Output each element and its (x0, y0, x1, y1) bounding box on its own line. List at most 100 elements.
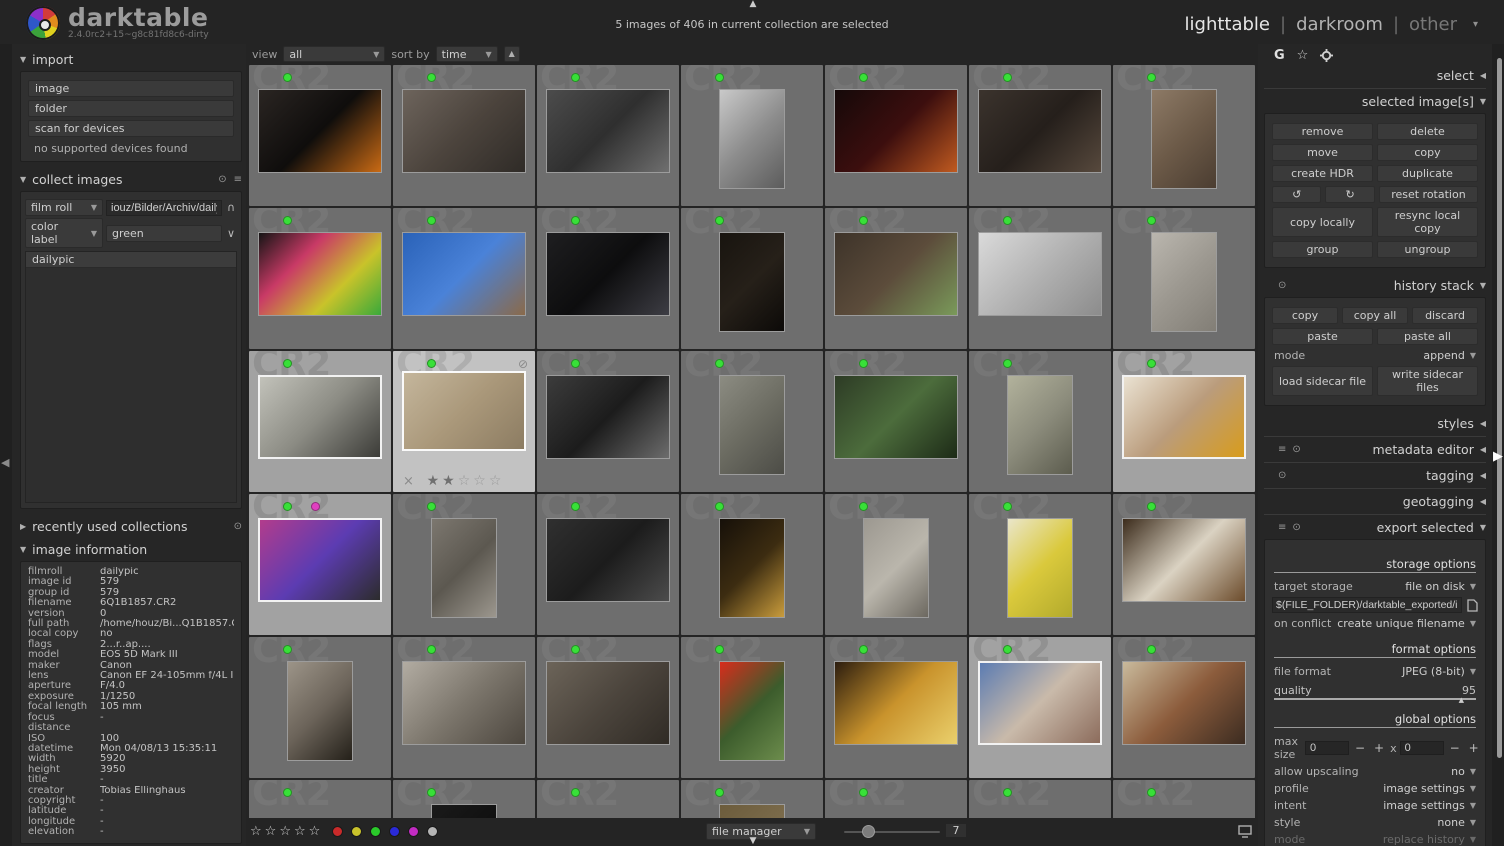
export-selected-header[interactable]: ≡ ⊙ export selected ▼ (1262, 516, 1488, 539)
geotagging-header[interactable]: geotagging ◀ (1262, 490, 1488, 513)
thumbnail-fried-egg-in-pan[interactable]: CR2 (249, 65, 391, 206)
rating-star-icon[interactable]: ☆ (473, 473, 486, 489)
import-image-button[interactable]: image (28, 80, 234, 97)
discard-button[interactable]: discard (1412, 307, 1478, 324)
presets-icon[interactable]: ≡ (234, 174, 242, 185)
gear-icon[interactable] (1320, 48, 1334, 62)
star-filter-icon[interactable]: ☆ (265, 824, 280, 839)
quality-slider[interactable]: quality 95 ▲ (1274, 684, 1476, 704)
thumbnail-rabbit-figurine[interactable]: CR2 (393, 65, 535, 206)
paste-all-button[interactable]: paste all (1377, 328, 1478, 345)
thumbnail-pear-in-hand[interactable]: CR2 (969, 351, 1111, 492)
target-storage-dropdown[interactable]: file on disk ▼ (1405, 580, 1476, 593)
delete-button[interactable]: delete (1377, 123, 1478, 140)
thumbnail-bicycle-bell-dark[interactable]: CR2 (681, 208, 823, 349)
rule2-type-dropdown[interactable]: color label ▼ (25, 218, 103, 248)
rule-add-chevron-icon[interactable]: ∨ (225, 227, 237, 240)
thumbnail-pink-purple-hair[interactable]: CR2 (249, 494, 391, 635)
presets-icon[interactable]: ≡ (1278, 522, 1286, 533)
load-sidecar-file-button[interactable]: load sidecar file (1272, 366, 1373, 396)
file-format-dropdown[interactable]: JPEG (8-bit) ▼ (1402, 665, 1476, 678)
thumbnail-palace-door[interactable]: CR2 (1113, 637, 1255, 778)
on-conflict-dropdown[interactable]: create unique filename ▼ (1337, 617, 1476, 630)
thumbnail-fern-leaves[interactable]: CR2 (825, 351, 967, 492)
remove-button[interactable]: remove (1272, 123, 1373, 140)
thumbnail-round-sign-fence[interactable]: CR2 (681, 351, 823, 492)
thumbnail-staircase-bw[interactable]: CR2 (681, 65, 823, 206)
star-filter-icon[interactable]: ☆ (294, 824, 309, 839)
rating-star-icon[interactable]: ☆ (489, 473, 502, 489)
thumbnail-forsythia-yellow[interactable]: CR2 (969, 494, 1111, 635)
sort-direction-button[interactable]: ▲ (503, 46, 520, 62)
display-profile-icon[interactable] (1238, 825, 1252, 838)
color-label-dot[interactable] (389, 826, 400, 837)
view-other[interactable]: other (1409, 14, 1457, 35)
thumbnail-goat-closeup[interactable]: CR2 (1113, 65, 1255, 206)
view-filter-dropdown[interactable]: all ▼ (283, 46, 386, 62)
view-darkroom[interactable]: darkroom (1296, 14, 1383, 35)
reset-icon[interactable]: ⊙ (1292, 522, 1300, 533)
color-label-dot[interactable] (408, 826, 419, 837)
thumbnail-hand-holding-key[interactable]: CR2 (537, 65, 679, 206)
history-mode-dropdown[interactable]: append ▼ (1423, 349, 1476, 362)
width-minus-button[interactable]: − (1352, 741, 1368, 755)
color-label-dot[interactable] (332, 826, 343, 837)
ungroup-button[interactable]: ungroup (1377, 241, 1478, 258)
copy-locally-button[interactable]: copy locally (1272, 207, 1373, 237)
thumbnail-roof-shingles[interactable]: CR2 (537, 637, 679, 778)
collect-images-header[interactable]: ▼ collect images ⊙ ≡ (18, 168, 244, 191)
thumbnail-train-station-bw[interactable]: CR2 (537, 351, 679, 492)
color-label-filters[interactable] (332, 826, 438, 837)
selected-images-header[interactable]: selected image[s] ▼ (1262, 90, 1488, 113)
import-header[interactable]: ▼ import (18, 48, 244, 71)
rule-options-icon[interactable]: ∩ (225, 201, 237, 214)
import-folder-button[interactable]: folder (28, 100, 234, 117)
star-filter-icon[interactable]: ☆ (309, 824, 324, 839)
recent-collections-header[interactable]: ▶ recently used collections ⊙ (18, 515, 244, 538)
thumbnail-brick-arch[interactable]: CR2 (249, 637, 391, 778)
collection-list-item[interactable]: dailypic (26, 252, 236, 268)
thumbnail-partial-row-3[interactable]: CR2 (537, 780, 679, 818)
star-filter-icon[interactable]: ☆ (250, 824, 265, 839)
thumbnail-lufthansa-logo[interactable]: CR2 (393, 494, 535, 635)
color-label-dot[interactable] (427, 826, 438, 837)
copy-button[interactable]: copy (1377, 144, 1478, 161)
thumbnail-spaniel-dog[interactable]: CR2 (1113, 494, 1255, 635)
reset-rotation-button[interactable]: reset rotation (1378, 186, 1478, 203)
style-dropdown[interactable]: none ▼ (1437, 816, 1476, 829)
reset-icon[interactable]: ⊙ (234, 521, 242, 532)
thumbnail-partial-row-5[interactable]: CR2 (825, 780, 967, 818)
thumbnail-smoke-dark[interactable]: CR2 (537, 208, 679, 349)
export-path-input[interactable] (1272, 597, 1462, 613)
collapse-top-panel-arrow[interactable]: ▲ (740, 0, 766, 10)
rating-star-icon[interactable]: ☆ (458, 473, 471, 489)
create-hdr-button[interactable]: create HDR (1272, 165, 1373, 182)
color-label-dot[interactable] (370, 826, 381, 837)
color-label-dot[interactable] (351, 826, 362, 837)
rule2-value-dropdown[interactable]: green (106, 224, 222, 242)
thumbnail-willow-catkins-sky[interactable]: CR2 (393, 208, 535, 349)
rule1-type-dropdown[interactable]: film roll ▼ (25, 199, 103, 216)
thumbnail-partial-dark-photo[interactable]: CR2 (393, 780, 535, 818)
scan-devices-button[interactable]: scan for devices (28, 120, 234, 137)
thumbnail-candle-jar[interactable]: CR2 (825, 637, 967, 778)
star-filter-icon[interactable]: ☆ (279, 824, 294, 839)
reset-icon[interactable]: ⊙ (218, 174, 226, 185)
icon-button[interactable]: ↻ (1325, 186, 1375, 203)
thumbnail-climbing-holds[interactable]: CR2 (249, 208, 391, 349)
resync-local-copy-button[interactable]: resync local copy (1377, 207, 1478, 237)
reset-icon[interactable]: ⊙ (1292, 444, 1300, 455)
metadata-editor-header[interactable]: ≡ ⊙ metadata editor ◀ (1262, 438, 1488, 461)
write-sidecar-files-button[interactable]: write sidecar files (1377, 366, 1478, 396)
thumbnail-parkour-jump-bw[interactable]: CR2 (249, 351, 391, 492)
thumbnail-shell-in-hands[interactable]: CR2 (969, 637, 1111, 778)
grouping-icon[interactable]: ⊘ (518, 357, 528, 371)
rating-filter-stars[interactable]: ☆☆☆☆☆ (250, 824, 323, 839)
thumbnail-graffiti-wall[interactable]: CR2 (825, 494, 967, 635)
styles-header[interactable]: styles ◀ (1262, 412, 1488, 435)
thumbnail-partial-row-6[interactable]: CR2 (969, 780, 1111, 818)
thumbnail-wild-boar[interactable]: CR2 (969, 65, 1111, 206)
image-information-header[interactable]: ▼ image information (18, 538, 244, 561)
group-button[interactable]: group (1272, 241, 1373, 258)
thumbnail-red-tulip[interactable]: CR2 (681, 637, 823, 778)
